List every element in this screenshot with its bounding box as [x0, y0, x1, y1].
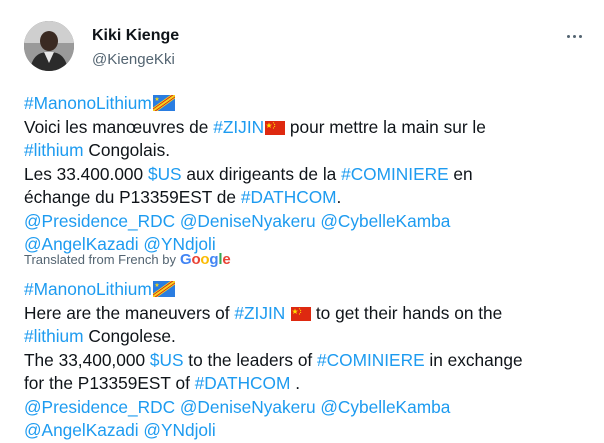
tweet-translated-text: #ManonoLithium Here are the maneuvers of… — [24, 278, 596, 443]
mention-link[interactable]: @AngelKazadi — [24, 420, 139, 440]
hashtag-link[interactable]: #lithium — [24, 326, 84, 346]
mention-link[interactable]: @Presidence_RDC — [24, 397, 175, 417]
text-segment: échange du P13359EST de — [24, 187, 241, 207]
text-segment: Les 33.400.000 — [24, 163, 148, 184]
hashtag-link[interactable]: #ZIJIN — [213, 117, 264, 137]
mention-link[interactable]: @CybelleKamba — [320, 211, 450, 231]
text-segment: The 33,400,000 — [24, 349, 150, 370]
text-segment: pour mettre la main sur le — [285, 116, 486, 137]
text-line: @Presidence_RDC @DeniseNyakeru @CybelleK… — [24, 396, 596, 420]
text-segment: Congolais. — [83, 140, 171, 160]
hashtag-link[interactable]: #DATHCOM — [241, 187, 337, 207]
flag-china-icon — [265, 120, 286, 135]
text-line: #ManonoLithium — [24, 92, 596, 116]
mention-link[interactable]: @DeniseNyakeru — [180, 397, 316, 417]
text-line: #lithium Congolais. — [24, 139, 596, 163]
text-segment: to get their hands on the — [311, 302, 503, 323]
text-segment: aux dirigeants de la — [181, 163, 342, 184]
hashtag-link[interactable]: #ZIJIN — [234, 303, 285, 323]
text-segment: . — [290, 373, 300, 393]
hashtag-link[interactable]: #ManonoLithium — [24, 93, 152, 113]
text-line: Here are the maneuvers of #ZIJIN to get … — [24, 302, 596, 326]
text-line: Voici les manœuvres de #ZIJIN pour mettr… — [24, 116, 596, 140]
text-segment: for the P13359EST of — [24, 373, 195, 393]
more-icon[interactable] — [563, 26, 585, 46]
text-line: @Presidence_RDC @DeniseNyakeru @CybelleK… — [24, 210, 596, 234]
mention-link[interactable]: @YNdjoli — [143, 420, 215, 440]
text-line: échange du P13359EST de #DATHCOM. — [24, 186, 596, 210]
hashtag-link[interactable]: #DATHCOM — [195, 373, 291, 393]
hashtag-link[interactable]: #ManonoLithium — [24, 279, 152, 299]
tweet-original-text: #ManonoLithium Voici les manœuvres de #Z… — [24, 92, 596, 257]
tweet-card: Kiki Kienge @KiengeKki #ManonoLithium Vo… — [0, 0, 604, 440]
avatar[interactable] — [24, 21, 74, 71]
mention-link[interactable]: @Presidence_RDC — [24, 211, 175, 231]
hashtag-link[interactable]: #COMINIERE — [341, 164, 449, 184]
flag-drc-icon — [152, 95, 175, 111]
translation-label: Translated from French by — [24, 252, 176, 267]
cashtag-link[interactable]: $US — [148, 164, 182, 184]
flag-drc-icon — [152, 281, 175, 297]
text-line: for the P13359EST of #DATHCOM . — [24, 372, 596, 396]
text-segment: . — [336, 187, 342, 207]
mention-link[interactable]: @DeniseNyakeru — [180, 211, 316, 231]
translation-attribution[interactable]: Translated from French by Google — [24, 251, 231, 268]
text-segment: Here are the maneuvers of — [24, 302, 235, 323]
text-line: #ManonoLithium — [24, 278, 596, 302]
mention-link[interactable]: @CybelleKamba — [320, 397, 450, 417]
text-segment: en — [448, 163, 473, 184]
text-line: #lithium Congolese. — [24, 325, 596, 349]
text-line: The 33,400,000 $US to the leaders of #CO… — [24, 349, 596, 373]
text-segment: Congolese. — [83, 326, 176, 346]
hashtag-link[interactable]: #lithium — [24, 140, 84, 160]
author-name[interactable]: Kiki Kienge — [92, 27, 179, 45]
flag-china-icon — [291, 306, 312, 321]
google-logo: Google — [179, 251, 231, 268]
cashtag-link[interactable]: $US — [150, 350, 184, 370]
author-handle[interactable]: @KiengeKki — [92, 51, 175, 68]
text-line: Les 33.400.000 $US aux dirigeants de la … — [24, 163, 596, 187]
text-segment: in exchange — [424, 349, 523, 370]
hashtag-link[interactable]: #COMINIERE — [317, 350, 425, 370]
text-segment: to the leaders of — [183, 349, 318, 370]
text-segment: Voici les manœuvres de — [24, 116, 214, 137]
